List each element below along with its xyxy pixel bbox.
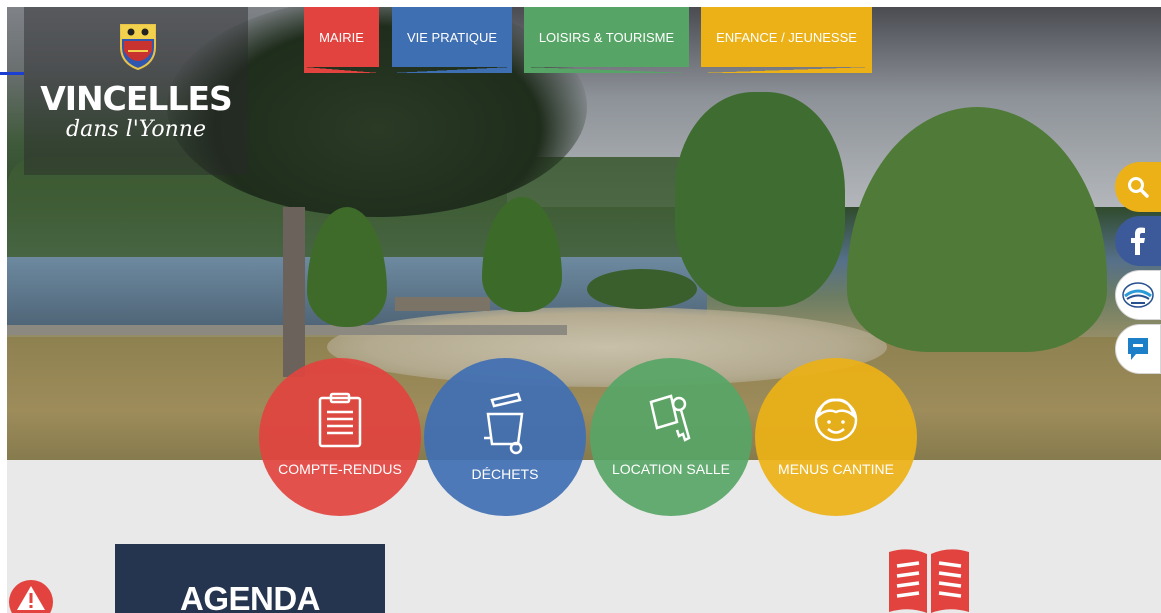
partner-logo-button[interactable]	[1115, 270, 1161, 320]
nav-vie-pratique[interactable]: VIE PRATIQUE	[392, 7, 512, 73]
nav-loisirs-tourisme[interactable]: LOISIRS & TOURISME	[524, 7, 689, 73]
facebook-icon	[1131, 227, 1145, 255]
hero-bench	[395, 297, 490, 311]
search-button[interactable]	[1115, 162, 1161, 212]
quick-link-dechets[interactable]: DÉCHETS	[424, 358, 586, 516]
hero-hedge	[587, 269, 697, 309]
logo-title: VINCELLES	[40, 79, 233, 118]
quick-link-label: COMPTE-RENDUS	[278, 461, 402, 477]
key-icon	[649, 394, 691, 442]
clipboard-icon	[318, 392, 362, 448]
site-logo[interactable]: VINCELLES dans l'Yonne	[24, 7, 248, 175]
partner-logo-icon	[1122, 282, 1154, 308]
coat-of-arms-icon	[120, 24, 156, 71]
logo-tagline: dans l'Yonne	[66, 117, 206, 142]
agenda-block[interactable]: AGENDA	[115, 544, 385, 613]
chat-button[interactable]	[1115, 324, 1161, 374]
focus-indicator	[0, 72, 24, 75]
hero-bush	[675, 92, 845, 307]
quick-link-label: LOCATION SALLE	[611, 461, 730, 477]
quick-link-location-salle[interactable]: LOCATION SALLE	[590, 358, 752, 516]
facebook-button[interactable]	[1115, 216, 1161, 266]
child-face-icon	[814, 398, 858, 442]
search-icon	[1128, 177, 1149, 198]
nav-enfance-jeunesse[interactable]: ENFANCE / JEUNESSE	[701, 7, 872, 73]
nav-mairie[interactable]: MAIRIE	[304, 7, 379, 73]
quick-link-menus-cantine[interactable]: MENUS CANTINE	[755, 358, 917, 516]
quick-link-compte-rendus[interactable]: COMPTE-RENDUS	[259, 358, 421, 516]
chat-icon	[1128, 338, 1148, 360]
open-book-icon	[889, 549, 969, 613]
quick-link-label: MENUS CANTINE	[778, 461, 894, 477]
hero-tree-trunk	[283, 207, 305, 377]
quick-link-label: DÉCHETS	[471, 466, 539, 482]
trash-bin-icon	[484, 392, 524, 455]
alert-icon[interactable]	[8, 578, 54, 613]
